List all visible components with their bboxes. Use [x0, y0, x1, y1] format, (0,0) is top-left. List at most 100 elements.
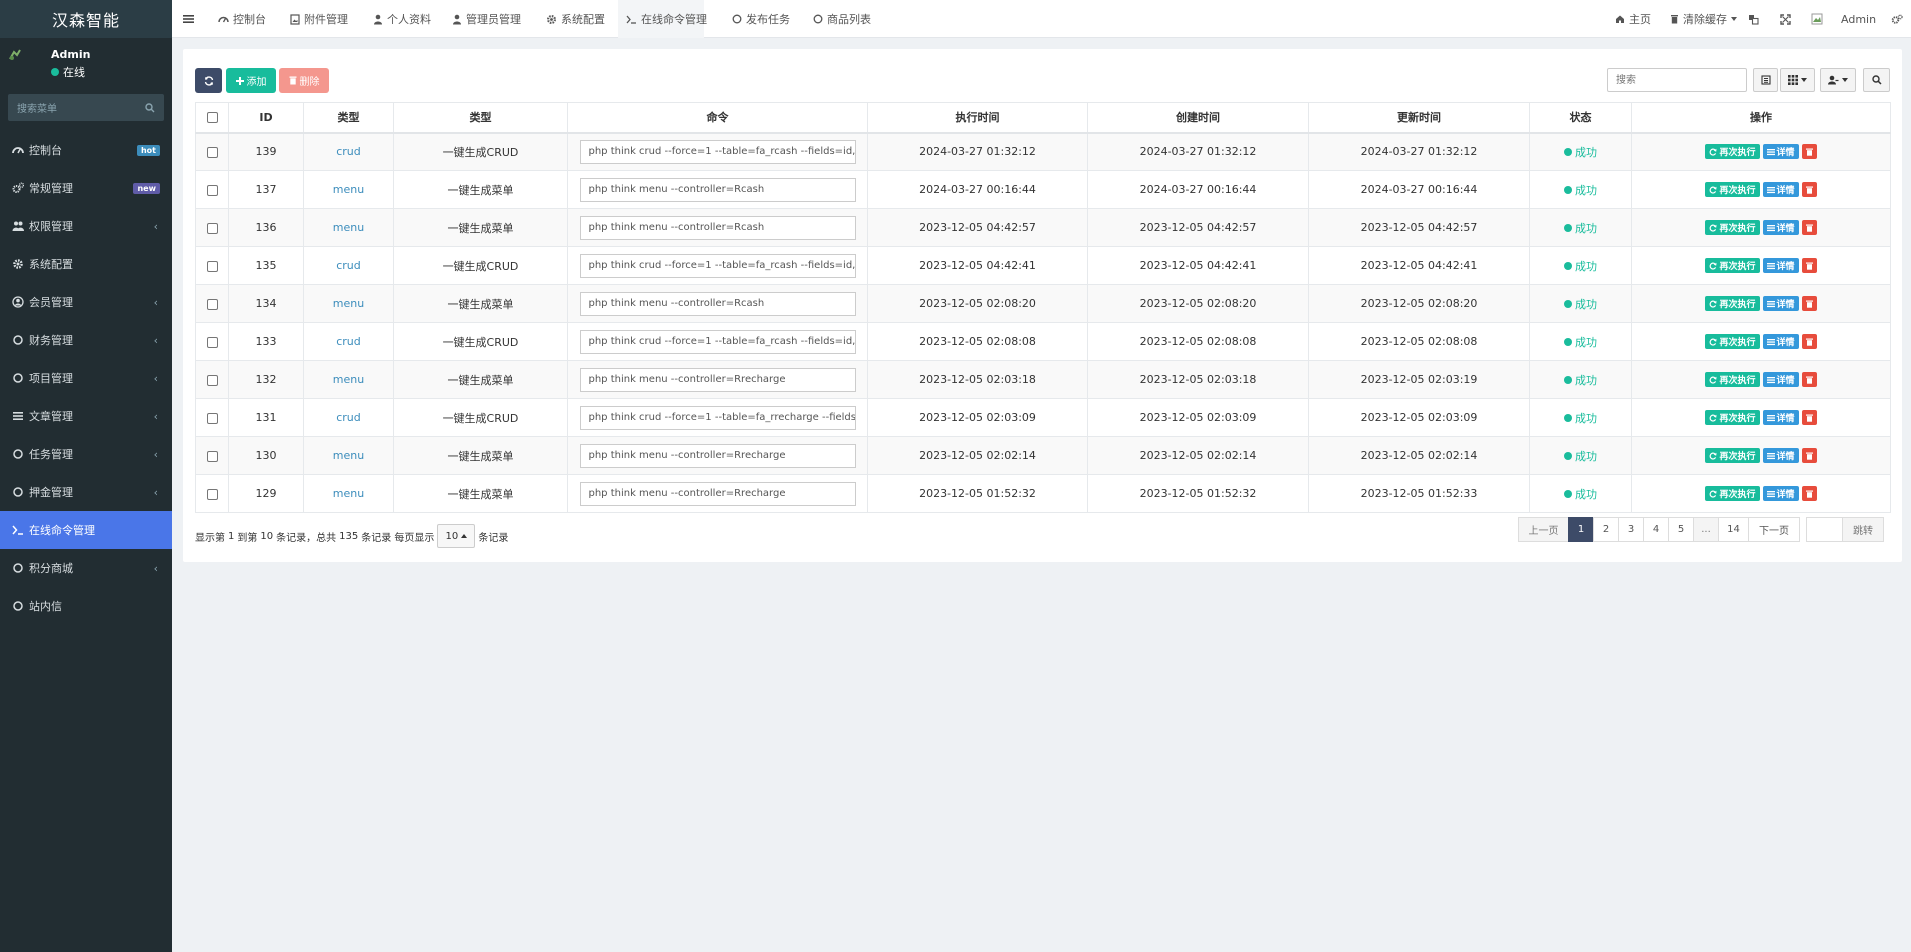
- row-checkbox[interactable]: [206, 146, 218, 158]
- type-link[interactable]: menu: [333, 449, 364, 462]
- command-field[interactable]: php think menu --controller=Rrecharge: [579, 367, 856, 392]
- header-id[interactable]: ID: [228, 102, 304, 134]
- command-field[interactable]: php think crud --force=1 --table=fa_rcas…: [579, 329, 856, 354]
- page-5-button[interactable]: 5: [1668, 517, 1694, 542]
- rerun-button[interactable]: 再次执行: [1705, 296, 1760, 311]
- table-search-input[interactable]: [1607, 68, 1747, 92]
- detail-button[interactable]: 详情: [1762, 296, 1799, 311]
- sidebar-item-4[interactable]: 会员管理 ‹: [0, 283, 172, 321]
- command-field[interactable]: php think menu --controller=Rrecharge: [579, 481, 856, 506]
- refresh-button[interactable]: [195, 68, 222, 93]
- fullscreen-button[interactable]: [1780, 0, 1791, 38]
- row-checkbox[interactable]: [206, 222, 218, 234]
- header-type-name[interactable]: 类型: [393, 102, 568, 134]
- detail-button[interactable]: 详情: [1762, 182, 1799, 197]
- command-field[interactable]: php think crud --force=1 --table=fa_rrec…: [579, 405, 856, 430]
- jump-page-input[interactable]: [1806, 517, 1843, 542]
- sidebar-item-5[interactable]: 财务管理 ‹: [0, 321, 172, 359]
- rerun-button[interactable]: 再次执行: [1705, 182, 1760, 197]
- type-link[interactable]: menu: [333, 297, 364, 310]
- tab-system-config[interactable]: 系统配置: [546, 0, 605, 38]
- detail-button[interactable]: 详情: [1762, 486, 1799, 501]
- type-link[interactable]: crud: [336, 259, 361, 272]
- rerun-button[interactable]: 再次执行: [1705, 372, 1760, 387]
- sidebar-item-0[interactable]: 控制台 hot: [0, 131, 172, 169]
- row-delete-button[interactable]: [1801, 144, 1817, 160]
- row-checkbox[interactable]: [206, 336, 218, 348]
- row-delete-button[interactable]: [1801, 334, 1817, 349]
- rerun-button[interactable]: 再次执行: [1705, 410, 1760, 425]
- type-link[interactable]: crud: [336, 335, 361, 348]
- tab-admin-manage[interactable]: 管理员管理: [452, 0, 521, 38]
- sidebar-item-2[interactable]: 权限管理 ‹: [0, 207, 172, 245]
- tab-goods-list[interactable]: 商品列表: [813, 0, 871, 38]
- row-checkbox[interactable]: [206, 298, 218, 310]
- detail-button[interactable]: 详情: [1762, 448, 1799, 463]
- tab-publish-task[interactable]: 发布任务: [732, 0, 790, 38]
- jump-button[interactable]: 跳转: [1842, 517, 1884, 542]
- type-link[interactable]: menu: [333, 183, 364, 196]
- export-button[interactable]: [1820, 68, 1856, 92]
- type-link[interactable]: crud: [336, 145, 361, 158]
- row-delete-button[interactable]: [1801, 258, 1817, 273]
- row-delete-button[interactable]: [1801, 410, 1817, 425]
- type-link[interactable]: menu: [333, 373, 364, 386]
- header-status[interactable]: 状态: [1529, 102, 1632, 134]
- sidebar-item-12[interactable]: 站内信: [0, 587, 172, 625]
- translate-button[interactable]: [1748, 0, 1759, 38]
- tab-attachments[interactable]: 附件管理: [290, 0, 348, 38]
- type-link[interactable]: menu: [333, 221, 364, 234]
- rerun-button[interactable]: 再次执行: [1705, 220, 1760, 235]
- page-2-button[interactable]: 2: [1593, 517, 1619, 542]
- rerun-button[interactable]: 再次执行: [1705, 258, 1760, 273]
- row-checkbox[interactable]: [206, 412, 218, 424]
- page-3-button[interactable]: 3: [1618, 517, 1644, 542]
- prev-page-button[interactable]: 上一页: [1518, 517, 1569, 542]
- row-delete-button[interactable]: [1801, 296, 1817, 311]
- type-link[interactable]: menu: [333, 487, 364, 500]
- header-create-time[interactable]: 创建时间: [1087, 102, 1309, 134]
- header-update-time[interactable]: 更新时间: [1308, 102, 1530, 134]
- row-checkbox[interactable]: [206, 260, 218, 272]
- detail-button[interactable]: 详情: [1762, 372, 1799, 387]
- row-checkbox[interactable]: [206, 488, 218, 500]
- rerun-button[interactable]: 再次执行: [1705, 334, 1760, 349]
- sidebar-item-6[interactable]: 项目管理 ‹: [0, 359, 172, 397]
- rerun-button[interactable]: 再次执行: [1705, 144, 1760, 160]
- rerun-button[interactable]: 再次执行: [1705, 486, 1760, 501]
- columns-button[interactable]: [1780, 68, 1815, 92]
- settings-button[interactable]: [1891, 0, 1903, 38]
- header-command[interactable]: 命令: [567, 102, 868, 134]
- add-button[interactable]: 添加: [226, 68, 276, 93]
- page-4-button[interactable]: 4: [1643, 517, 1669, 542]
- row-delete-button[interactable]: [1801, 486, 1817, 501]
- sidebar-search-input[interactable]: 搜索菜单: [8, 94, 164, 121]
- type-link[interactable]: crud: [336, 411, 361, 424]
- sidebar-item-1[interactable]: 常规管理 new: [0, 169, 172, 207]
- command-field[interactable]: php think crud --force=1 --table=fa_rcas…: [579, 253, 856, 278]
- next-page-button[interactable]: 下一页: [1748, 517, 1800, 542]
- page-1-button[interactable]: 1: [1568, 517, 1594, 542]
- clear-cache-button[interactable]: 清除缓存: [1670, 0, 1737, 38]
- row-delete-button[interactable]: [1801, 220, 1817, 235]
- delete-button[interactable]: 删除: [279, 68, 329, 93]
- command-field[interactable]: php think menu --controller=Rcash: [579, 215, 856, 240]
- toggle-view-button[interactable]: [1753, 68, 1778, 92]
- detail-button[interactable]: 详情: [1762, 220, 1799, 235]
- user-menu[interactable]: Admin: [1811, 0, 1876, 38]
- row-checkbox[interactable]: [206, 184, 218, 196]
- tab-online-command[interactable]: 在线命令管理: [618, 0, 707, 38]
- sidebar-item-10[interactable]: 在线命令管理: [0, 511, 172, 549]
- detail-button[interactable]: 详情: [1762, 258, 1799, 273]
- row-checkbox[interactable]: [206, 374, 218, 386]
- detail-button[interactable]: 详情: [1762, 334, 1799, 349]
- command-field[interactable]: php think menu --controller=Rcash: [579, 177, 856, 202]
- select-all-checkbox[interactable]: [206, 112, 218, 124]
- sidebar-toggle-button[interactable]: [183, 0, 194, 38]
- command-field[interactable]: php think menu --controller=Rrecharge: [579, 443, 856, 468]
- home-link[interactable]: 主页: [1615, 0, 1651, 38]
- tab-profile[interactable]: 个人资料: [373, 0, 431, 38]
- row-delete-button[interactable]: [1801, 448, 1817, 463]
- tab-dashboard[interactable]: 控制台: [218, 0, 266, 38]
- row-delete-button[interactable]: [1801, 372, 1817, 387]
